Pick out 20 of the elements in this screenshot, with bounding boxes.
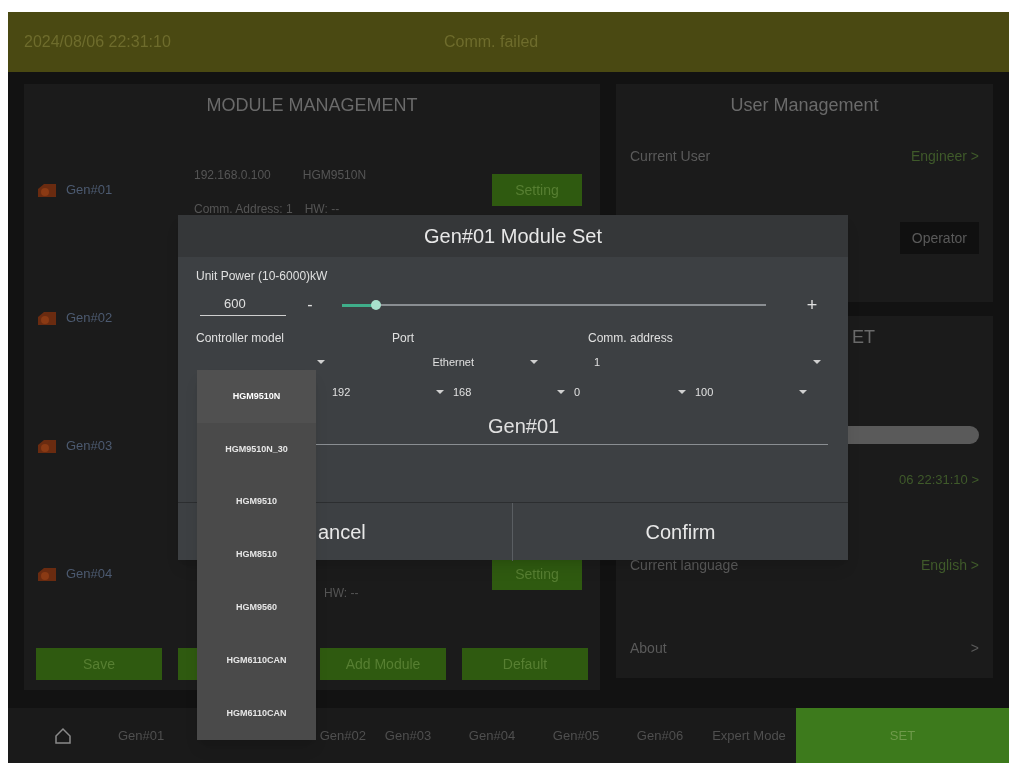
port-label: Port	[392, 330, 415, 347]
power-label: Unit Power (10-6000)kW	[196, 268, 329, 285]
module-model: HGM9510N	[302, 167, 367, 180]
module-name: Gen#01	[66, 181, 114, 200]
module-address: Comm. Address: 1	[194, 201, 293, 214]
panel-title: MODULE MANAGEMENT	[205, 93, 419, 117]
module-name: Gen#04	[66, 565, 114, 584]
module-hw: HW: --	[324, 585, 359, 598]
about-label: About	[630, 638, 667, 658]
dialog-title: Gen#01 Module Set	[178, 215, 848, 257]
panel-title: User Management	[729, 93, 880, 117]
module-hw: HW: --	[304, 201, 340, 214]
panel-title: ET	[852, 325, 875, 349]
controller-label: Controller model	[196, 330, 286, 347]
language-label: Current language	[630, 555, 739, 575]
module-name: Gen#03	[66, 437, 114, 456]
address-label: Comm. address	[588, 330, 673, 347]
current-user-label: Current User	[630, 146, 711, 166]
module-name: Gen#02	[66, 309, 114, 328]
module-ip: 192.168.0.100	[194, 167, 271, 180]
